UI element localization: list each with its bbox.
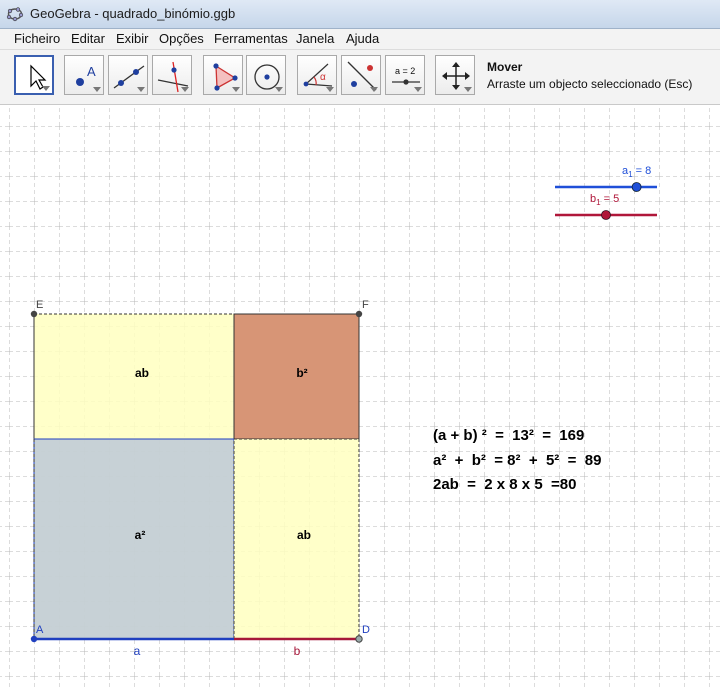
slider-tool-button[interactable]: a = 2 [385, 55, 425, 95]
label-segment-b: b [294, 644, 301, 658]
window-title: GeoGebra - quadrado_binómio.ggb [30, 6, 236, 21]
label-segment-a: a [134, 644, 141, 658]
menu-ferramentas[interactable]: Ferramentas [214, 31, 288, 46]
slider-tool-label: a = 2 [395, 66, 415, 76]
move-graphics-tool-button[interactable] [435, 55, 475, 95]
point-a[interactable] [30, 635, 38, 643]
menu-janela[interactable]: Janela [296, 31, 334, 46]
label-ab-top: ab [135, 366, 149, 380]
label-point-d: D [362, 624, 370, 636]
point-f[interactable] [355, 310, 363, 318]
point-tool-button[interactable]: A [64, 55, 104, 95]
tool-info-name: Mover [487, 60, 523, 74]
slider-a1-label: a1 = 8 [622, 165, 651, 179]
slider-b1-label: b1 = 5 [590, 193, 619, 207]
point-d[interactable] [355, 635, 363, 643]
menu-opcoes[interactable]: Opções [159, 31, 204, 46]
menu-ajuda[interactable]: Ajuda [346, 31, 379, 46]
menu-ficheiro[interactable]: Ficheiro [14, 31, 60, 46]
equation-line-1[interactable]: (a + b) ² = 13² = 169 [433, 427, 584, 444]
polygon-tool-button[interactable] [203, 55, 243, 95]
geogebra-logo-icon [6, 7, 24, 22]
angle-tool-button[interactable]: α [297, 55, 337, 95]
point-e[interactable] [30, 310, 38, 318]
label-b-squared: b² [296, 366, 307, 380]
perpendicular-tool-button[interactable] [152, 55, 192, 95]
title-bar: GeoGebra - quadrado_binómio.ggb [0, 0, 720, 29]
slider-a1-knob[interactable] [631, 182, 642, 192]
label-point-a: A [36, 624, 44, 636]
menu-editar[interactable]: Editar [71, 31, 105, 46]
point-tool-label: A [87, 64, 96, 79]
equation-line-3[interactable]: 2ab = 2 x 8 x 5 =80 [433, 476, 576, 493]
reflect-tool-button[interactable] [341, 55, 381, 95]
slider-b1-knob[interactable] [601, 210, 611, 220]
label-a-squared: a² [135, 528, 146, 542]
equation-line-2[interactable]: a² + b² = 8² + 5² = 89 [433, 452, 601, 469]
tool-info-description: Arraste um objecto seleccionado (Esc) [487, 77, 693, 91]
circle-tool-button[interactable] [246, 55, 286, 95]
line-tool-button[interactable] [108, 55, 148, 95]
angle-tool-label: α [320, 72, 326, 83]
menu-bar: Ficheiro Editar Exibir Opções Ferramenta… [0, 29, 720, 50]
label-point-e: E [36, 299, 43, 311]
graphics-view[interactable]: ab b² a² ab a b E F A D a1 = 8 b1 = 5 (a… [0, 105, 720, 689]
move-tool-button[interactable] [14, 55, 54, 95]
label-point-f: F [362, 299, 369, 311]
label-ab-bottom: ab [297, 528, 311, 542]
arrow-cursor-icon [30, 64, 47, 90]
menu-exibir[interactable]: Exibir [116, 31, 149, 46]
